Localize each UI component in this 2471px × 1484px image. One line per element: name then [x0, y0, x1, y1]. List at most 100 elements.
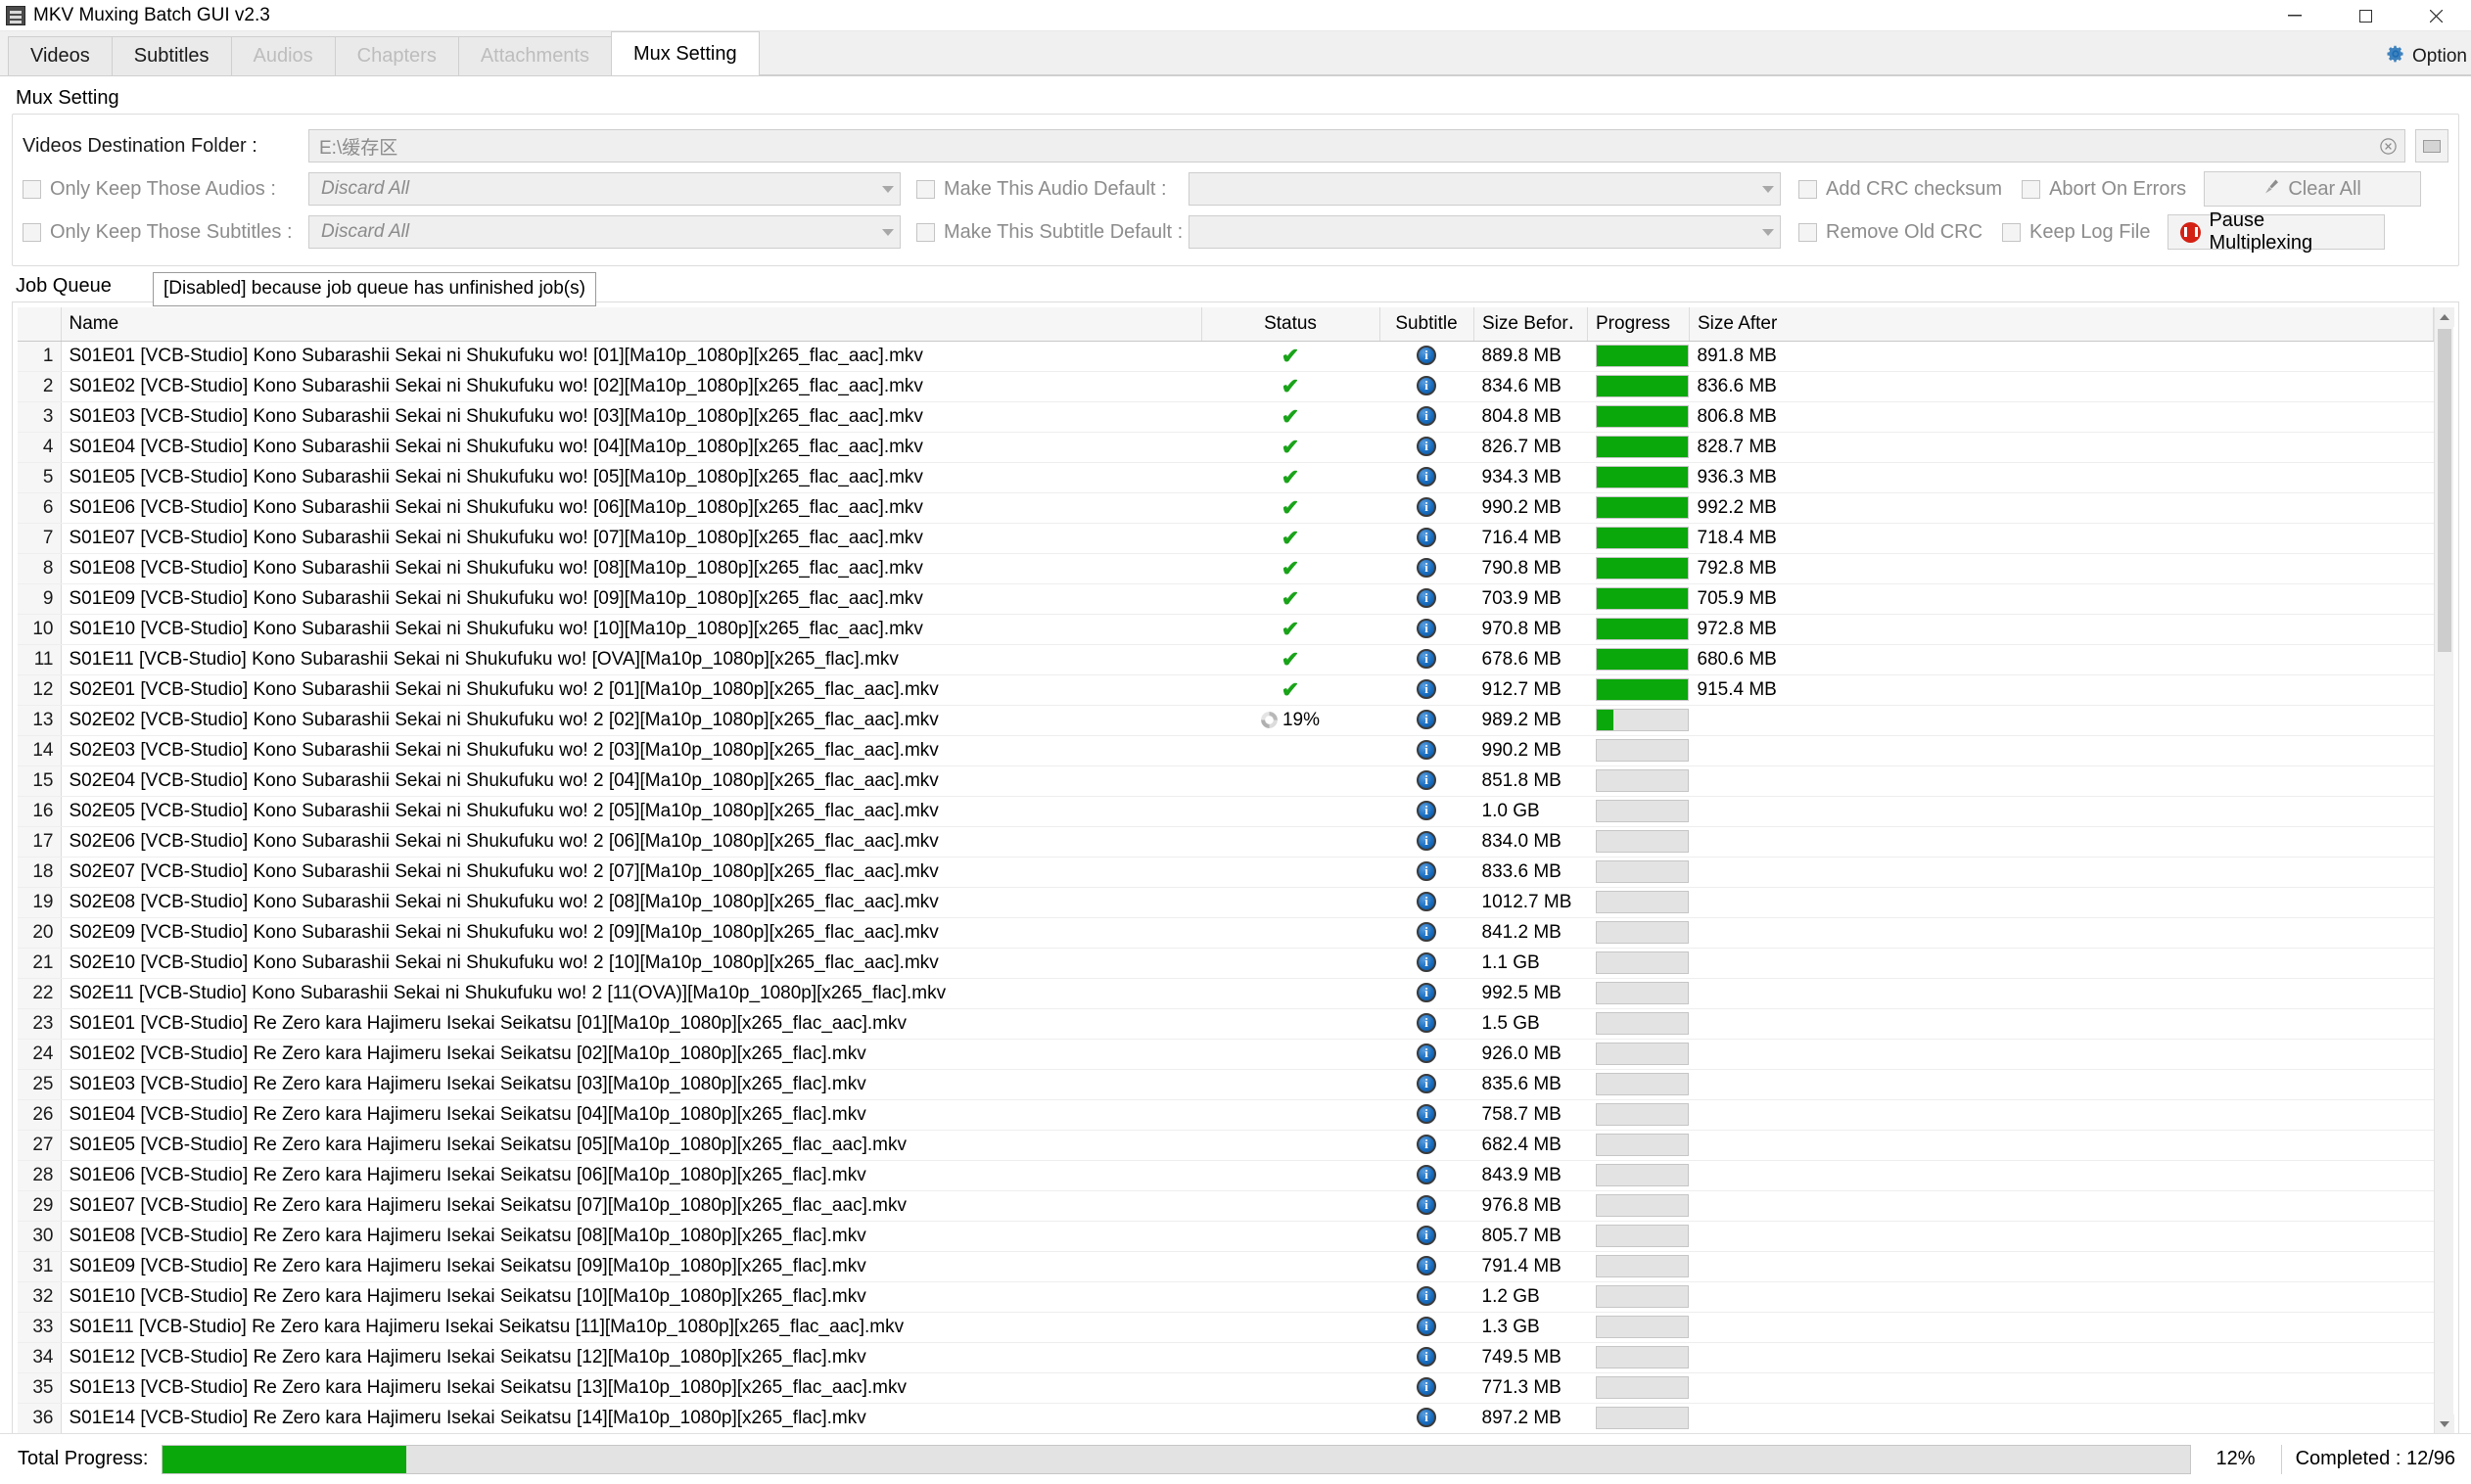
- row-subtitle-icon[interactable]: [1379, 1130, 1474, 1161]
- table-row[interactable]: 10 S01E10 [VCB-Studio] Kono Subarashii Se…: [18, 614, 2434, 645]
- table-row[interactable]: 34 S01E12 [VCB-Studio] Re Zero kara Hajim…: [18, 1342, 2434, 1373]
- table-row[interactable]: 16 S02E05 [VCB-Studio] Kono Subarashii Se…: [18, 796, 2434, 827]
- row-subtitle-icon[interactable]: [1379, 644, 1474, 675]
- table-row[interactable]: 19 S02E08 [VCB-Studio] Kono Subarashii Se…: [18, 887, 2434, 918]
- table-row[interactable]: 23 S01E01 [VCB-Studio] Re Zero kara Hajim…: [18, 1008, 2434, 1040]
- column-header-status[interactable]: Status: [1201, 307, 1380, 342]
- row-subtitle-icon[interactable]: [1379, 1251, 1474, 1282]
- table-row[interactable]: 26 S01E04 [VCB-Studio] Re Zero kara Hajim…: [18, 1099, 2434, 1131]
- table-row[interactable]: 30 S01E08 [VCB-Studio] Re Zero kara Hajim…: [18, 1221, 2434, 1252]
- only-keep-subtitles-combo[interactable]: Discard All: [308, 215, 901, 249]
- vertical-scrollbar[interactable]: [2434, 307, 2454, 1434]
- row-subtitle-icon[interactable]: [1379, 796, 1474, 827]
- options-button[interactable]: Option: [2378, 40, 2471, 73]
- row-subtitle-icon[interactable]: [1379, 432, 1474, 463]
- table-row[interactable]: 13 S02E02 [VCB-Studio] Kono Subarashii Se…: [18, 705, 2434, 736]
- table-row[interactable]: 14 S02E03 [VCB-Studio] Kono Subarashii Se…: [18, 735, 2434, 766]
- row-subtitle-icon[interactable]: [1379, 1069, 1474, 1100]
- row-subtitle-icon[interactable]: [1379, 1160, 1474, 1191]
- remove-old-crc-checkbox[interactable]: Remove Old CRC: [1798, 221, 1982, 244]
- scroll-up-icon[interactable]: [2434, 307, 2454, 327]
- row-subtitle-icon[interactable]: [1379, 341, 1474, 372]
- make-subtitle-default-checkbox[interactable]: Make This Subtitle Default :: [916, 221, 1189, 244]
- tab-videos[interactable]: Videos: [8, 36, 113, 75]
- make-subtitle-default-combo[interactable]: [1189, 215, 1781, 249]
- table-row[interactable]: 20 S02E09 [VCB-Studio] Kono Subarashii Se…: [18, 917, 2434, 949]
- table-row[interactable]: 12 S02E01 [VCB-Studio] Kono Subarashii Se…: [18, 674, 2434, 706]
- row-subtitle-icon[interactable]: [1379, 1190, 1474, 1222]
- table-row[interactable]: 15 S02E04 [VCB-Studio] Kono Subarashii Se…: [18, 765, 2434, 797]
- row-subtitle-icon[interactable]: [1379, 917, 1474, 949]
- keep-log-file-checkbox[interactable]: Keep Log File: [2002, 221, 2150, 244]
- table-row[interactable]: 22 S02E11 [VCB-Studio] Kono Subarashii Se…: [18, 978, 2434, 1009]
- row-subtitle-icon[interactable]: [1379, 1312, 1474, 1343]
- minimize-button[interactable]: [2260, 0, 2330, 31]
- table-row[interactable]: 18 S02E07 [VCB-Studio] Kono Subarashii Se…: [18, 857, 2434, 888]
- pause-multiplexing-button[interactable]: Pause Multiplexing: [2168, 209, 2386, 254]
- row-subtitle-icon[interactable]: [1379, 1221, 1474, 1252]
- table-row[interactable]: 9 S01E09 [VCB-Studio] Kono Subarashii Sek…: [18, 583, 2434, 615]
- only-keep-audios-combo[interactable]: Discard All: [308, 172, 901, 206]
- column-header-size-before[interactable]: Size Befor․: [1473, 307, 1588, 342]
- maximize-button[interactable]: [2330, 0, 2401, 31]
- table-row[interactable]: 31 S01E09 [VCB-Studio] Re Zero kara Hajim…: [18, 1251, 2434, 1282]
- table-row[interactable]: 35 S01E13 [VCB-Studio] Re Zero kara Hajim…: [18, 1372, 2434, 1404]
- tab-subtitles[interactable]: Subtitles: [111, 36, 232, 75]
- make-audio-default-combo[interactable]: [1189, 172, 1781, 206]
- table-row[interactable]: 28 S01E06 [VCB-Studio] Re Zero kara Hajim…: [18, 1160, 2434, 1191]
- only-keep-audios-checkbox[interactable]: Only Keep Those Audios :: [23, 178, 308, 201]
- table-row[interactable]: 11 S01E11 [VCB-Studio] Kono Subarashii Se…: [18, 644, 2434, 675]
- row-subtitle-icon[interactable]: [1379, 492, 1474, 524]
- table-row[interactable]: 29 S01E07 [VCB-Studio] Re Zero kara Hajim…: [18, 1190, 2434, 1222]
- row-subtitle-icon[interactable]: [1379, 1099, 1474, 1131]
- row-subtitle-icon[interactable]: [1379, 857, 1474, 888]
- table-row[interactable]: 21 S02E10 [VCB-Studio] Kono Subarashii Se…: [18, 948, 2434, 979]
- destination-input[interactable]: E:\缓存区: [308, 129, 2405, 162]
- row-subtitle-icon[interactable]: [1379, 735, 1474, 766]
- row-subtitle-icon[interactable]: [1379, 826, 1474, 858]
- make-audio-default-checkbox[interactable]: Make This Audio Default :: [916, 178, 1189, 201]
- table-row[interactable]: 17 S02E06 [VCB-Studio] Kono Subarashii Se…: [18, 826, 2434, 858]
- row-subtitle-icon[interactable]: [1379, 1008, 1474, 1040]
- close-button[interactable]: [2401, 0, 2471, 31]
- scroll-down-icon[interactable]: [2434, 1414, 2454, 1434]
- clear-circle-icon[interactable]: [2379, 137, 2397, 155]
- row-subtitle-icon[interactable]: [1379, 401, 1474, 433]
- table-row[interactable]: 24 S01E02 [VCB-Studio] Re Zero kara Hajim…: [18, 1039, 2434, 1070]
- column-header-progress[interactable]: Progress: [1587, 307, 1690, 342]
- row-subtitle-icon[interactable]: [1379, 978, 1474, 1009]
- table-row[interactable]: 7 S01E07 [VCB-Studio] Kono Subarashii Sek…: [18, 523, 2434, 554]
- row-subtitle-icon[interactable]: [1379, 674, 1474, 706]
- column-header-size-after[interactable]: Size After: [1689, 307, 2434, 342]
- table-row[interactable]: 3 S01E03 [VCB-Studio] Kono Subarashii Sek…: [18, 401, 2434, 433]
- column-header-name[interactable]: Name: [61, 307, 1202, 342]
- row-subtitle-icon[interactable]: [1379, 553, 1474, 584]
- only-keep-subtitles-checkbox[interactable]: Only Keep Those Subtitles :: [23, 221, 308, 244]
- row-subtitle-icon[interactable]: [1379, 614, 1474, 645]
- table-row[interactable]: 4 S01E04 [VCB-Studio] Kono Subarashii Sek…: [18, 432, 2434, 463]
- scrollbar-thumb[interactable]: [2437, 329, 2451, 652]
- table-row[interactable]: 6 S01E06 [VCB-Studio] Kono Subarashii Sek…: [18, 492, 2434, 524]
- row-subtitle-icon[interactable]: [1379, 705, 1474, 736]
- tab-mux-setting[interactable]: Mux Setting: [611, 31, 760, 75]
- table-row[interactable]: 5 S01E05 [VCB-Studio] Kono Subarashii Sek…: [18, 462, 2434, 493]
- row-subtitle-icon[interactable]: [1379, 583, 1474, 615]
- table-row[interactable]: 27 S01E05 [VCB-Studio] Re Zero kara Hajim…: [18, 1130, 2434, 1161]
- row-subtitle-icon[interactable]: [1379, 462, 1474, 493]
- table-row[interactable]: 36 S01E14 [VCB-Studio] Re Zero kara Hajim…: [18, 1403, 2434, 1434]
- abort-on-errors-checkbox[interactable]: Abort On Errors: [2022, 178, 2186, 201]
- row-subtitle-icon[interactable]: [1379, 1281, 1474, 1313]
- row-subtitle-icon[interactable]: [1379, 523, 1474, 554]
- row-subtitle-icon[interactable]: [1379, 371, 1474, 402]
- row-subtitle-icon[interactable]: [1379, 1342, 1474, 1373]
- row-subtitle-icon[interactable]: [1379, 765, 1474, 797]
- column-header-subtitle[interactable]: Subtitle: [1379, 307, 1474, 342]
- table-row[interactable]: 1 S01E01 [VCB-Studio] Kono Subarashii Sek…: [18, 341, 2434, 372]
- table-row[interactable]: 32 S01E10 [VCB-Studio] Re Zero kara Hajim…: [18, 1281, 2434, 1313]
- table-row[interactable]: 25 S01E03 [VCB-Studio] Re Zero kara Hajim…: [18, 1069, 2434, 1100]
- clear-all-button[interactable]: Clear All: [2204, 171, 2422, 207]
- add-crc-checkbox[interactable]: Add CRC checksum: [1798, 178, 2002, 201]
- row-subtitle-icon[interactable]: [1379, 887, 1474, 918]
- row-subtitle-icon[interactable]: [1379, 1403, 1474, 1434]
- table-row[interactable]: 8 S01E08 [VCB-Studio] Kono Subarashii Sek…: [18, 553, 2434, 584]
